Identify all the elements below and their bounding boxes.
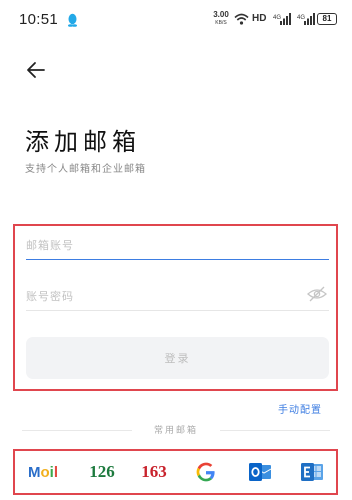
- login-button[interactable]: 登录: [26, 337, 329, 379]
- page-subtitle: 支持个人邮箱和企业邮箱: [25, 164, 146, 175]
- provider-126[interactable]: 126: [79, 457, 125, 487]
- email-input[interactable]: [26, 234, 296, 256]
- common-mailboxes-label: 常用邮箱: [153, 426, 198, 436]
- divider-line: [22, 430, 132, 431]
- mail-logo: Moil: [27, 463, 58, 481]
- svg-text:4G: 4G: [273, 15, 281, 21]
- signal-icon: 4G: [297, 13, 315, 25]
- hd-label: HD: [252, 13, 267, 24]
- password-field: [26, 279, 329, 311]
- common-mailboxes-divider: 常用邮箱: [22, 426, 330, 436]
- provider-163-label: 163: [141, 462, 167, 481]
- login-form: 登录: [13, 224, 338, 391]
- email-field: [26, 228, 329, 260]
- provider-exchange[interactable]: [293, 457, 331, 487]
- network-speed-value: 3.00: [213, 10, 229, 19]
- status-time: 10:51: [19, 11, 59, 28]
- provider-126-label: 126: [89, 462, 115, 481]
- qq-icon: [68, 13, 77, 27]
- provider-outlook[interactable]: [241, 457, 279, 487]
- exchange-icon: [301, 463, 323, 481]
- network-speed-unit: KB/S: [215, 20, 227, 26]
- wifi-icon: [234, 13, 249, 25]
- page-title: 添加邮箱: [25, 128, 141, 156]
- outlook-icon: [249, 463, 272, 481]
- signal-icon: 4G: [273, 13, 291, 25]
- svg-text:4G: 4G: [297, 15, 305, 21]
- password-input[interactable]: [26, 285, 296, 307]
- eye-off-icon[interactable]: [307, 286, 327, 302]
- provider-google[interactable]: [187, 457, 225, 487]
- divider-line: [220, 430, 330, 431]
- back-arrow-icon[interactable]: [24, 58, 48, 82]
- provider-163[interactable]: 163: [131, 457, 177, 487]
- provider-list: Moil 126 163: [13, 449, 338, 495]
- status-bar: 10:51 3.00 KB/S HD 4G 4G 81: [0, 0, 352, 38]
- provider-mail[interactable]: Moil: [17, 457, 69, 487]
- manual-config-link[interactable]: 手动配置: [278, 401, 322, 416]
- network-speed: 3.00 KB/S: [211, 11, 231, 27]
- status-icons: 3.00 KB/S HD 4G 4G 81: [205, 11, 345, 28]
- battery-icon: 81: [317, 13, 337, 25]
- google-icon: [196, 462, 215, 482]
